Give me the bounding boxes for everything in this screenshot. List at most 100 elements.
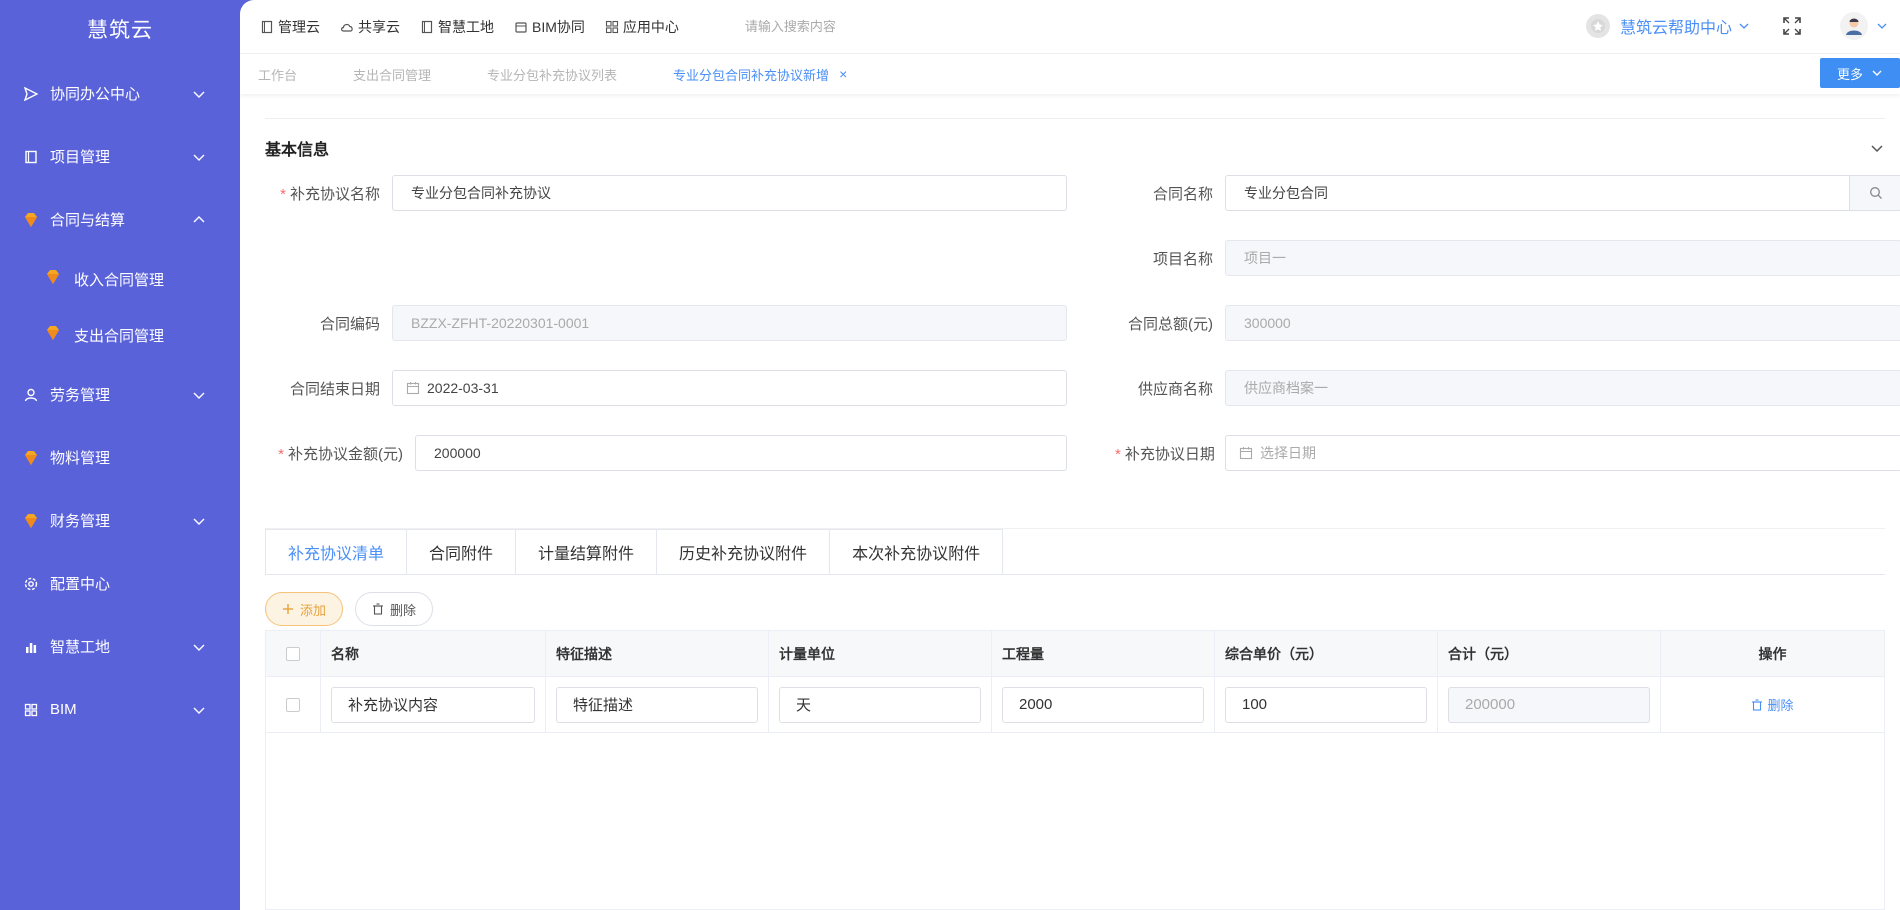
contract-search-button[interactable] [1850,175,1900,211]
topnav-shared-cloud[interactable]: 共享云 [340,17,400,37]
sidebar-item-collab-office[interactable]: 协同办公中心 [0,62,240,125]
sidebar-subitem-expense-contract[interactable]: 支出合同管理 [0,307,240,363]
topnav-bim-collab[interactable]: BIM协同 [514,17,585,37]
search-icon [1869,186,1883,200]
tab-measure-attachment[interactable]: 计量结算附件 [516,529,658,575]
sidebar-item-contract-settlement[interactable]: 合同与结算 [0,188,240,251]
select-all-checkbox[interactable] [286,646,300,661]
field-supplement-amount: * 补充协议金额(元) [265,435,1067,471]
tab-contract-attachment[interactable]: 合同附件 [407,529,517,575]
tab-label: 专业分包合同补充协议新增 [673,67,830,83]
column-header: 特征描述 [546,631,769,676]
delete-button[interactable]: 删除 [355,592,434,626]
chevron-down-icon[interactable] [1869,140,1885,156]
supplement-name-input[interactable] [392,175,1067,211]
field-contract-code: 合同编码 [265,305,1067,341]
detail-tabs: 补充协议清单 合同附件 计量结算附件 历史补充协议附件 本次补充协议附件 [265,529,1004,575]
column-header: 计量单位 [769,631,992,676]
field-label: 合同结束日期 [289,380,380,398]
chevron-down-icon[interactable] [1876,20,1888,32]
tab-current-attachment[interactable]: 本次补充协议附件 [830,529,1004,575]
field-label: 合同编码 [319,315,380,333]
tab-expense-contract[interactable]: 支出合同管理 [353,65,431,84]
field-label: 合同总额(元) [1128,315,1213,333]
calendar-icon [406,381,420,395]
tab-history-attachment[interactable]: 历史补充协议附件 [657,529,831,575]
topnav-management-cloud[interactable]: 管理云 [260,17,320,37]
tab-label: 专业分包补充协议列表 [487,67,618,83]
help-center-link[interactable]: 慧筑云帮助中心 [1585,14,1750,38]
supplement-amount-input[interactable] [415,435,1067,471]
tab-workbench[interactable]: 工作台 [258,65,297,84]
column-header: 工程量 [992,631,1215,676]
row-checkbox[interactable] [286,697,300,712]
topnav-label: 管理云 [278,18,320,35]
sidebar-item-bim[interactable]: BIM [0,678,240,741]
search-input[interactable] [744,19,1045,34]
sidebar-item-project[interactable]: 项目管理 [0,125,240,188]
user-icon [22,386,40,404]
sidebar: 慧筑云 协同办公中心 项目管理 合同与结算 收入合同管理 支出合同管理 劳务管理… [0,0,240,910]
sidebar-subitem-income-contract[interactable]: 收入合同管理 [0,251,240,307]
fullscreen-icon[interactable] [1782,16,1802,36]
grid-icon [22,701,40,719]
sidebar-item-finance[interactable]: 财务管理 [0,489,240,552]
chevron-down-icon [1738,20,1750,32]
unit-cell [769,677,992,732]
table-header: 名称 特征描述 计量单位 工程量 综合单价（元） 合计（元） 操作 [266,631,1884,677]
sidebar-item-label: 劳务管理 [50,387,111,404]
qty-input[interactable] [1002,686,1204,723]
unit-input[interactable] [779,686,981,723]
sidebar-item-config[interactable]: 配置中心 [0,552,240,615]
name-input[interactable] [331,686,535,723]
close-icon[interactable]: × [839,66,847,82]
column-header: 名称 [321,631,546,676]
sidebar-item-label: 合同与结算 [50,212,126,229]
contract-code-input [392,305,1067,341]
supplement-date-input[interactable] [1225,435,1900,471]
price-input[interactable] [1225,686,1427,723]
sidebar-item-labor[interactable]: 劳务管理 [0,363,240,426]
tab-supplement-list[interactable]: 专业分包补充协议列表 [487,65,617,84]
chevron-down-icon [192,703,206,717]
tab-label: 支出合同管理 [353,67,432,83]
required-mark: * [280,185,286,203]
top-bar: 管理云 共享云 智慧工地 BIM协同 应用中心 慧筑云帮助中心 [240,0,1900,54]
chevron-down-icon [192,640,206,654]
topnav-label: 智慧工地 [438,18,494,35]
bar-chart-icon [22,638,40,656]
row-delete-label: 删除 [1767,698,1794,713]
field-contract-end-date: 合同结束日期 [265,370,1067,406]
divider [265,118,1885,119]
topnav-label: 共享云 [358,18,400,35]
supplier-name-input [1225,370,1900,406]
feature-input[interactable] [556,686,758,723]
tab-label: 计量结算附件 [538,546,635,563]
chevron-up-icon [192,213,206,227]
row-delete-button[interactable]: 删除 [1751,695,1794,714]
contract-end-date-picker [392,370,1067,406]
cloud-icon [340,20,354,34]
contract-name-input[interactable] [1225,175,1850,211]
more-label: 更多 [1836,66,1863,82]
sidebar-item-material[interactable]: 物料管理 [0,426,240,489]
field-label: * 补充协议金额(元) [265,443,415,464]
field-project-name: 项目名称 [1115,240,1900,276]
add-button[interactable]: 添加 [265,592,344,626]
tab-supplement-list-detail[interactable]: 补充协议清单 [265,529,408,575]
contract-end-date-input[interactable] [392,370,1067,406]
user-avatar[interactable] [1840,12,1868,40]
tab-label: 合同附件 [429,546,494,563]
topnav-app-center[interactable]: 应用中心 [605,17,679,37]
row-checkbox-cell [266,677,321,732]
tab-supplement-add[interactable]: 专业分包合同补充协议新增 × [673,65,847,84]
more-button[interactable]: 更多 [1820,58,1900,88]
sidebar-subitem-label: 收入合同管理 [74,271,165,289]
form-row: 合同结束日期 供应商名称 [265,370,1900,406]
topnav-smart-site[interactable]: 智慧工地 [420,17,494,37]
form-row: 项目名称 [265,240,1900,276]
sidebar-item-smart-site[interactable]: 智慧工地 [0,615,240,678]
field-supplier-name: 供应商名称 [1115,370,1900,406]
grid-icon [605,20,619,34]
tab-label: 历史补充协议附件 [679,546,808,563]
